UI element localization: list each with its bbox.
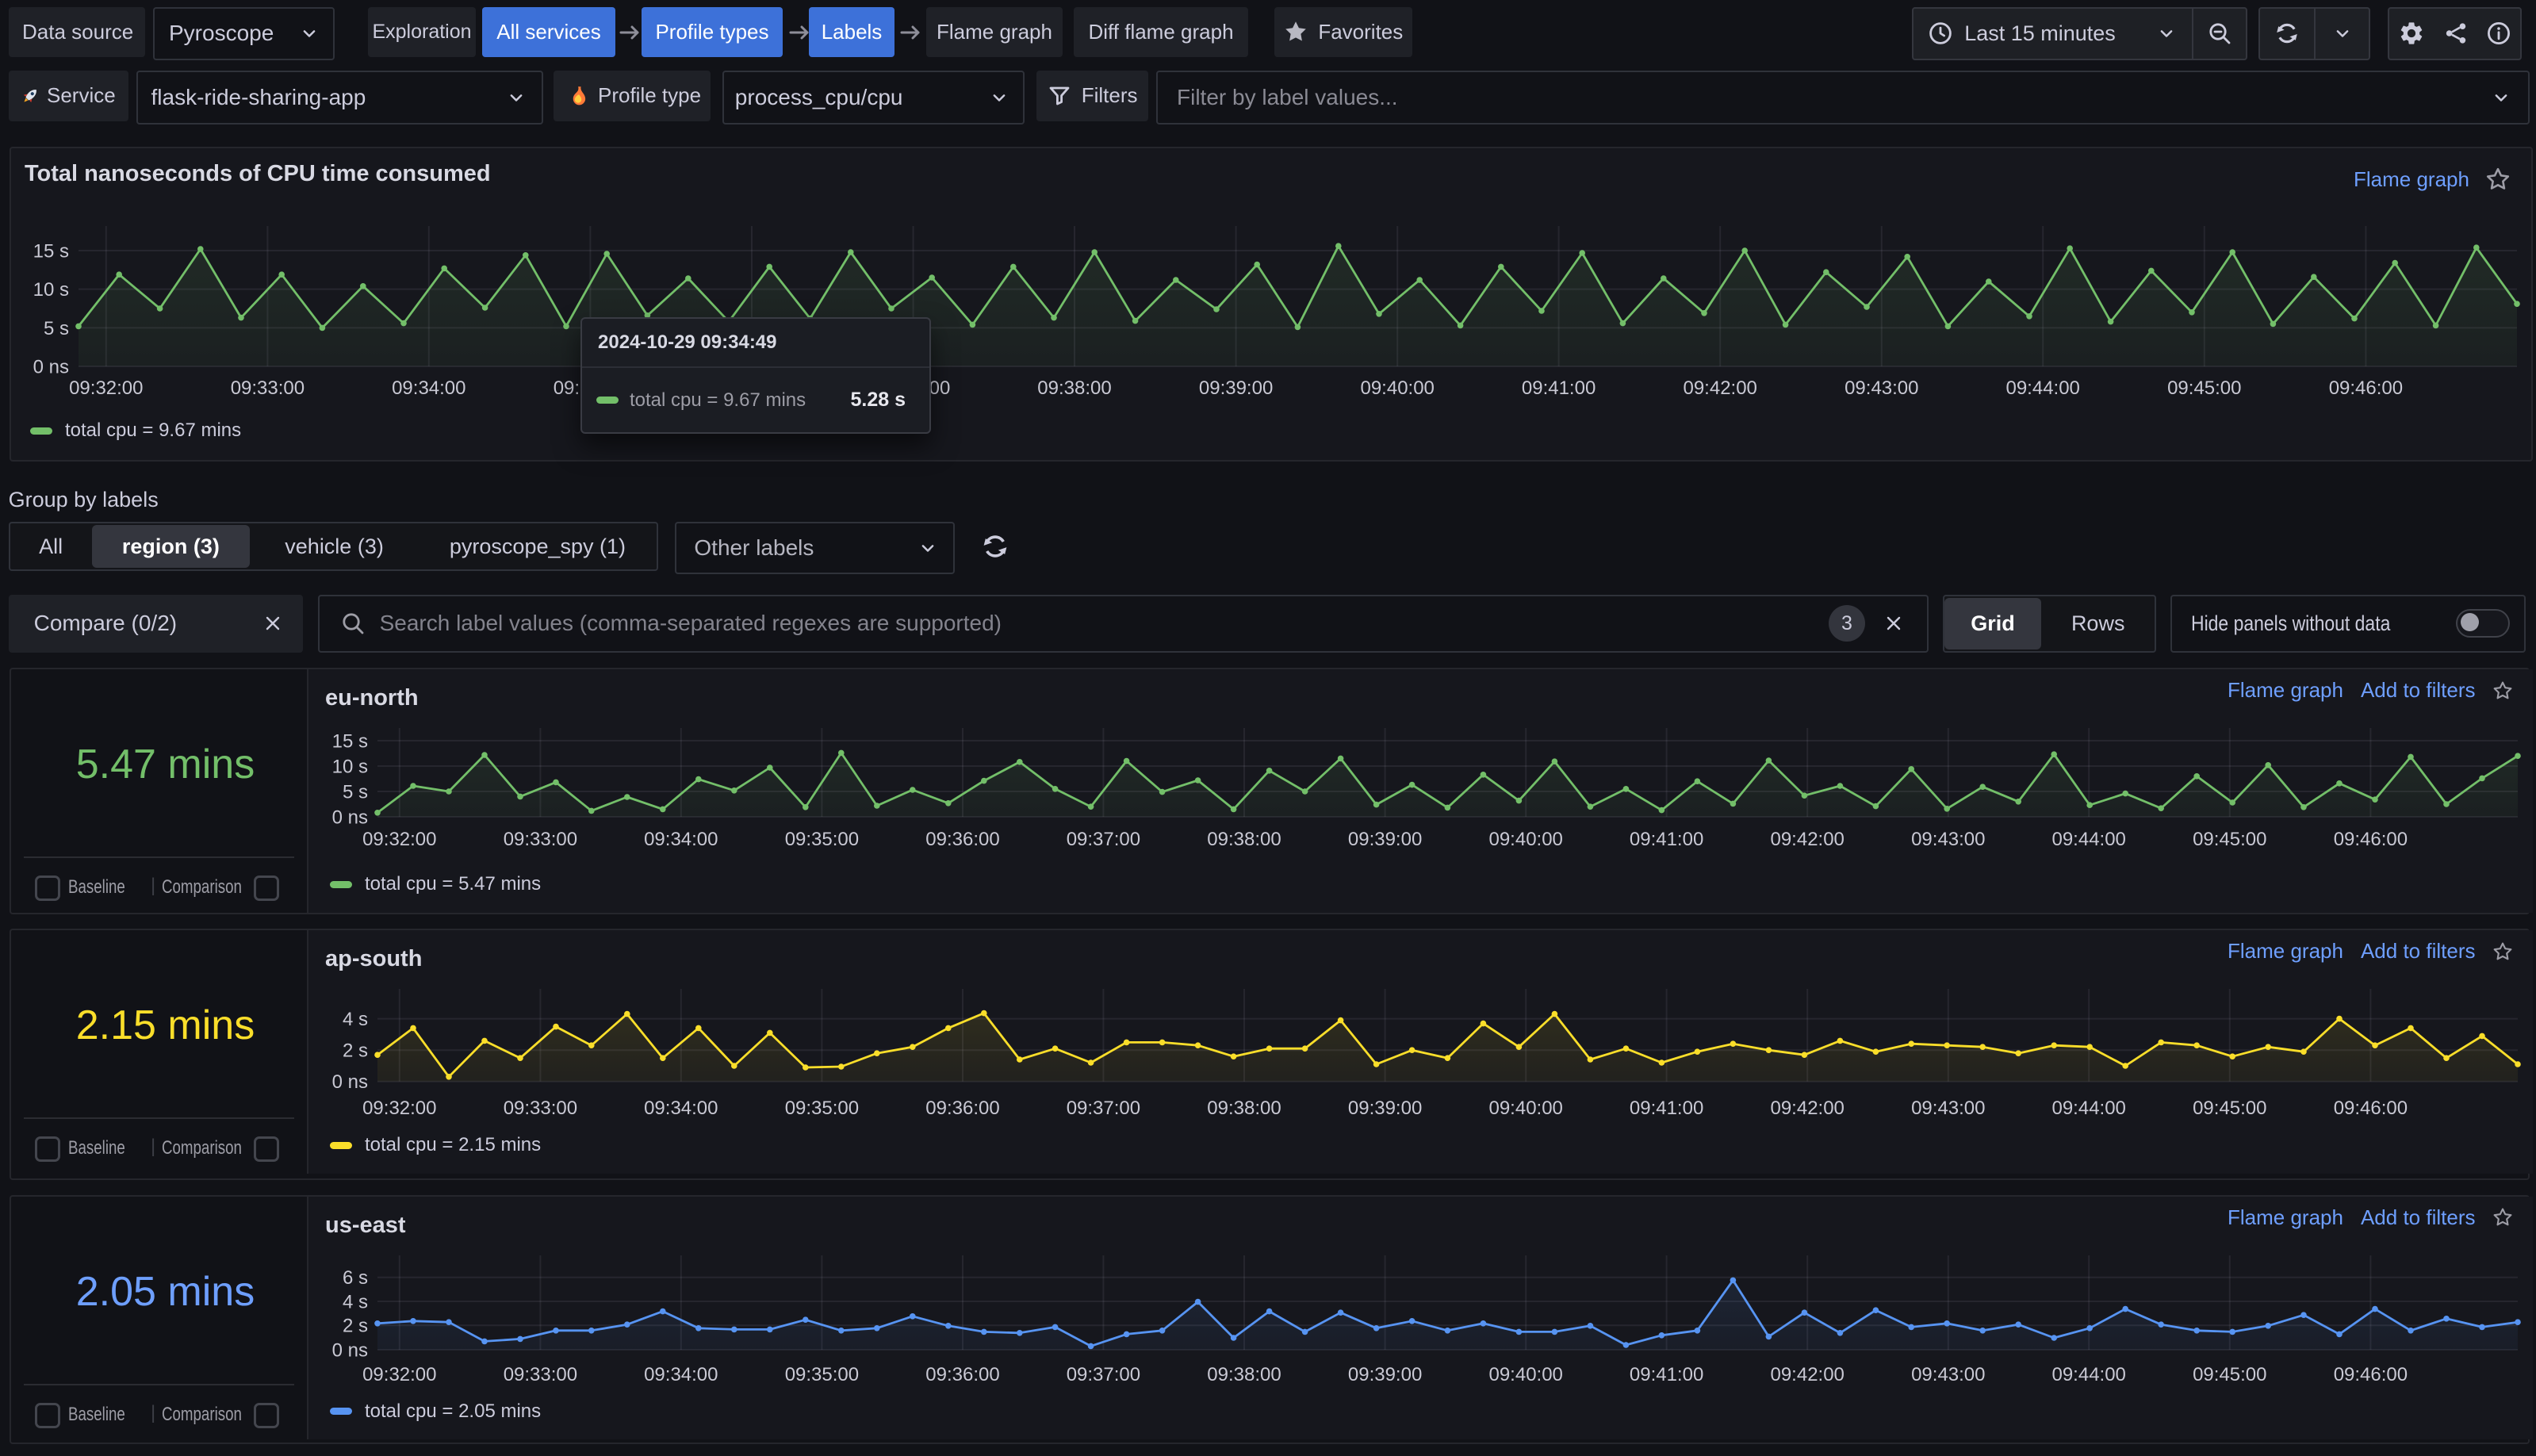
svg-text:4 s: 4 s [343,1009,368,1030]
svg-text:09:34:00: 09:34:00 [644,829,718,850]
svg-text:09:45:00: 09:45:00 [2193,1364,2266,1385]
svg-text:2 s: 2 s [343,1315,368,1336]
svg-text:09:33:00: 09:33:00 [504,829,577,850]
svg-text:09:32:00: 09:32:00 [362,1098,436,1119]
svg-text:09:39:00: 09:39:00 [1348,829,1422,850]
svg-text:09:32:00: 09:32:00 [362,1364,436,1385]
svg-text:09:34:00: 09:34:00 [644,1364,718,1385]
svg-text:09:43:00: 09:43:00 [1845,377,1918,399]
svg-text:09:42:00: 09:42:00 [1770,1098,1844,1119]
svg-text:09:43:00: 09:43:00 [1911,1364,1985,1385]
svg-text:09:46:00: 09:46:00 [2329,377,2403,399]
svg-text:09:38:00: 09:38:00 [1207,1098,1281,1119]
svg-text:09:43:00: 09:43:00 [1911,1098,1985,1119]
svg-text:09:35:00: 09:35:00 [785,1364,859,1385]
svg-text:0 ns: 0 ns [332,1339,368,1361]
svg-text:09:38:00: 09:38:00 [1207,1364,1281,1385]
svg-text:09:33:00: 09:33:00 [231,377,305,399]
svg-text:2 s: 2 s [343,1040,368,1062]
svg-text:09:40:00: 09:40:00 [1488,1364,1562,1385]
svg-text:09:45:00: 09:45:00 [2193,1098,2266,1119]
svg-text:09:44:00: 09:44:00 [2051,1098,2125,1119]
svg-text:09:42:00: 09:42:00 [1770,1364,1844,1385]
svg-text:09:36:00: 09:36:00 [925,1098,999,1119]
svg-text:09:38:00: 09:38:00 [1207,829,1281,850]
svg-text:09:40:00: 09:40:00 [1488,1098,1562,1119]
svg-text:5 s: 5 s [44,318,69,339]
svg-text:09:46:00: 09:46:00 [2334,1364,2408,1385]
svg-text:09:44:00: 09:44:00 [2051,1364,2125,1385]
svg-text:09:41:00: 09:41:00 [1522,377,1596,399]
svg-text:09:44:00: 09:44:00 [2051,829,2125,850]
svg-text:6 s: 6 s [343,1267,368,1289]
svg-text:09:39:00: 09:39:00 [1348,1364,1422,1385]
svg-text:09:36:00: 09:36:00 [925,829,999,850]
svg-text:09:42:00: 09:42:00 [1683,377,1756,399]
svg-text:09:39:00: 09:39:00 [1199,377,1273,399]
svg-text:15 s: 15 s [33,240,69,262]
svg-text:09:41:00: 09:41:00 [1630,1364,1703,1385]
svg-text:09:32:00: 09:32:00 [69,377,143,399]
svg-text:10 s: 10 s [33,279,69,301]
svg-text:0 ns: 0 ns [33,356,69,377]
svg-text:09:35:00: 09:35:00 [785,1098,859,1119]
svg-text:4 s: 4 s [343,1291,368,1312]
svg-text:10 s: 10 s [332,756,368,777]
svg-text:09:32:00: 09:32:00 [362,829,436,850]
svg-text:09:43:00: 09:43:00 [1911,829,1985,850]
svg-text:0 ns: 0 ns [332,1071,368,1093]
svg-text:09:36:00: 09:36:00 [925,1364,999,1385]
svg-text:09:41:00: 09:41:00 [1630,829,1703,850]
svg-text:09:33:00: 09:33:00 [504,1098,577,1119]
svg-text:09:45:00: 09:45:00 [2193,829,2266,850]
svg-text:09:39:00: 09:39:00 [1348,1098,1422,1119]
svg-text:09:34:00: 09:34:00 [644,1098,718,1119]
svg-text:09:37:00: 09:37:00 [1067,1364,1140,1385]
svg-text:09:44:00: 09:44:00 [2005,377,2079,399]
svg-text:09:38:00: 09:38:00 [1037,377,1111,399]
svg-text:09:41:00: 09:41:00 [1630,1098,1703,1119]
svg-text:5 s: 5 s [343,781,368,803]
svg-text:09:34:00: 09:34:00 [392,377,465,399]
svg-text:09:37:00: 09:37:00 [1067,1098,1140,1119]
svg-text:15 s: 15 s [332,730,368,752]
svg-text:09:40:00: 09:40:00 [1360,377,1434,399]
svg-text:09:46:00: 09:46:00 [2334,829,2408,850]
svg-text:09:45:00: 09:45:00 [2167,377,2241,399]
svg-text:09:37:00: 09:37:00 [1067,829,1140,850]
svg-text:09:42:00: 09:42:00 [1770,829,1844,850]
svg-text:09:46:00: 09:46:00 [2334,1098,2408,1119]
svg-text:0 ns: 0 ns [332,807,368,828]
svg-text:09:33:00: 09:33:00 [504,1364,577,1385]
svg-text:09:40:00: 09:40:00 [1488,829,1562,850]
svg-text:09:35:00: 09:35:00 [785,829,859,850]
